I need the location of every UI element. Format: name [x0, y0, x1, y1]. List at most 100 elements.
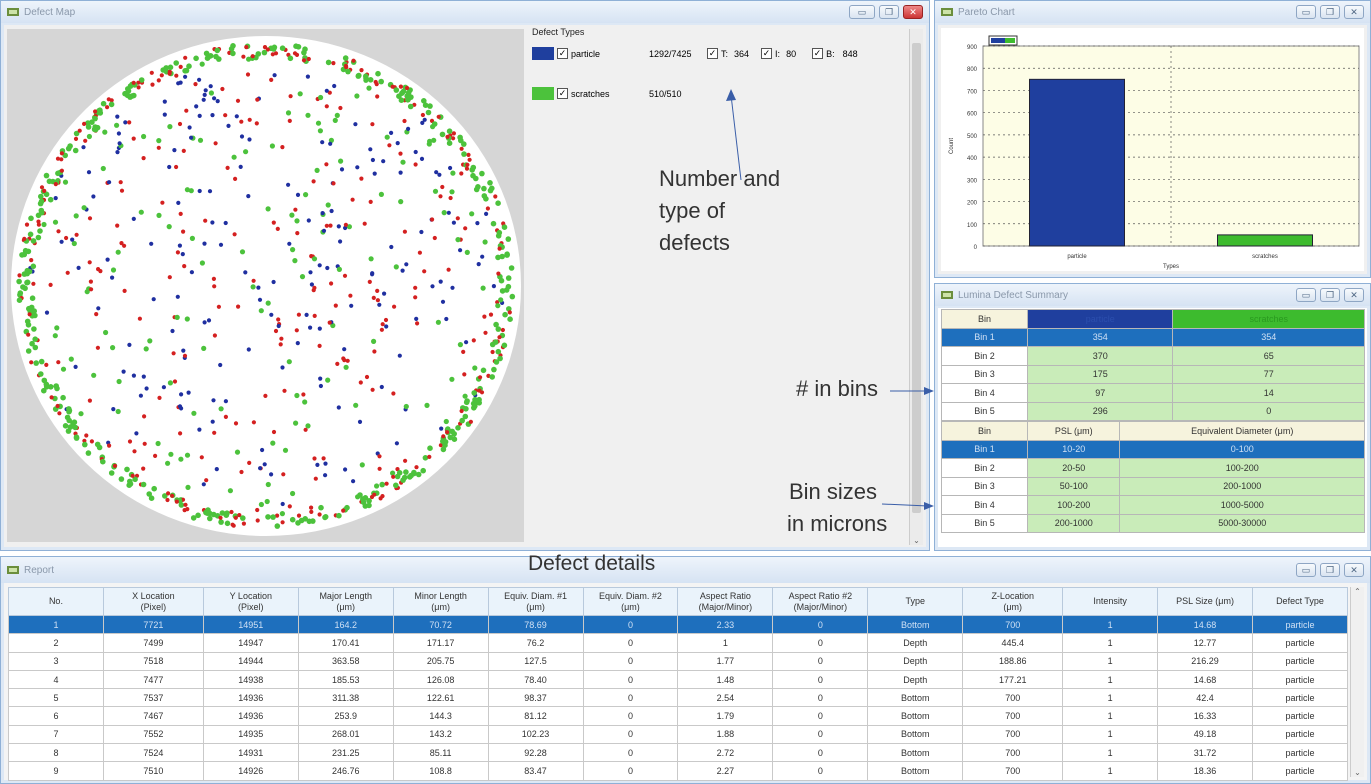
defect-dot [179, 406, 184, 411]
count-row[interactable]: Bin 3 175 77 [941, 364, 1365, 384]
particle-color-swatch[interactable] [532, 47, 554, 60]
defect-dot [225, 165, 230, 170]
minimize-button[interactable]: ▭ [1296, 288, 1316, 302]
defect-dot [70, 237, 75, 242]
report-column-header[interactable]: Y Location (Pixel) [202, 587, 299, 616]
report-scrollbar[interactable]: ⌃ ⌄ [1350, 587, 1364, 777]
defect-dot [321, 456, 326, 461]
defect-dot [509, 293, 516, 300]
report-column-header[interactable]: Aspect Ratio (Major/Minor) [677, 587, 774, 616]
scroll-up-arrow[interactable]: ⌃ [1351, 587, 1364, 596]
size-row[interactable]: Bin 4 100-200 1000-5000 [941, 495, 1365, 515]
size-row[interactable]: Bin 3 50-100 200-1000 [941, 476, 1365, 496]
table-cell: 8 [8, 743, 104, 763]
scratches-color-swatch[interactable] [532, 87, 554, 100]
table-cell: 171.17 [392, 633, 489, 653]
close-button[interactable]: ✕ [1344, 563, 1364, 577]
table-row[interactable]: 4 7477 14938 185.53 126.08 78.40 0 1.48 0 Depth 17… [8, 669, 1348, 690]
count-cell-a: 296 [1026, 401, 1174, 421]
defect-dot [179, 392, 184, 397]
minimize-button[interactable]: ▭ [1296, 5, 1316, 19]
close-button[interactable]: ✕ [1344, 288, 1364, 302]
particle-b-checkbox[interactable]: ✓ [812, 48, 824, 59]
defect-dot [420, 112, 425, 118]
defect-dot [100, 165, 106, 172]
report-column-header[interactable]: PSL Size (μm) [1157, 587, 1254, 616]
report-titlebar[interactable]: Report ▭ ❐ ✕ [1, 557, 1370, 583]
minimize-button[interactable]: ▭ [1296, 563, 1316, 577]
defect-dot [255, 507, 260, 513]
defect-dot [175, 250, 180, 255]
table-row[interactable]: 7 7552 14935 268.01 143.2 102.23 0 1.88 0 Bottom 7… [8, 724, 1348, 745]
defect-dot [445, 134, 450, 139]
count-cell-bin: Bin 1 [941, 327, 1028, 347]
defect-dot [30, 263, 37, 270]
particle-i-checkbox[interactable]: ✓ [761, 48, 773, 59]
table-row[interactable]: 5 7537 14936 311.38 122.61 98.37 0 2.54 0 Bottom 7… [8, 688, 1348, 708]
table-row[interactable]: 6 7467 14936 253.9 144.3 81.12 0 1.79 0 Bottom 700… [8, 706, 1348, 726]
restore-button[interactable]: ❐ [1320, 563, 1340, 577]
size-row[interactable]: Bin 5 200-1000 5000-30000 [941, 513, 1365, 533]
summary-titlebar[interactable]: Lumina Defect Summary ▭ ❐ ✕ [935, 284, 1370, 306]
defect-map-titlebar[interactable]: Defect Map ▭ ❐ ✕ [1, 1, 929, 23]
defect-dot [260, 447, 265, 453]
close-button[interactable]: ✕ [1344, 5, 1364, 19]
defect-dot [42, 188, 47, 193]
particle-checkbox[interactable]: ✓ [557, 48, 568, 59]
table-row[interactable]: 1 7721 14951 164.2 70.72 78.69 0 2.33 0 Bottom 700… [8, 614, 1348, 635]
table-cell: 700 [962, 724, 1064, 745]
report-column-header[interactable]: Type [867, 587, 964, 616]
minimize-button[interactable]: ▭ [849, 5, 875, 19]
restore-button[interactable]: ❐ [1320, 5, 1340, 19]
size-row[interactable]: Bin 1 10-20 0-100 [941, 439, 1365, 459]
size-row[interactable]: Bin 2 20-50 100-200 [941, 458, 1365, 478]
table-row[interactable]: 2 7499 14947 170.41 171.17 76.2 0 1 0 Depth 445.4 1… [8, 633, 1348, 653]
report-column-header[interactable]: Z-Location (μm) [962, 587, 1064, 616]
defect-dot [201, 97, 206, 102]
table-cell: 0 [582, 633, 679, 653]
table-row[interactable]: 3 7518 14944 363.58 205.75 127.5 0 1.77 0 Depth 18… [8, 651, 1348, 671]
count-row[interactable]: Bin 1 354 354 [941, 327, 1365, 347]
defect-dot [341, 508, 346, 513]
defect-dot [55, 403, 60, 409]
count-row[interactable]: Bin 2 370 65 [941, 346, 1365, 366]
defect-dot [178, 64, 183, 69]
scroll-down-arrow[interactable]: ⌄ [910, 536, 923, 545]
defect-dot [189, 270, 194, 275]
restore-button[interactable]: ❐ [879, 5, 899, 19]
defect-dot [398, 199, 404, 205]
report-column-header[interactable]: Major Length (μm) [297, 587, 394, 616]
particle-t-checkbox[interactable]: ✓ [707, 48, 718, 59]
defect-dot [172, 379, 178, 384]
defect-dot [295, 192, 301, 197]
restore-button[interactable]: ❐ [1320, 288, 1340, 302]
report-column-header[interactable]: Defect Type [1252, 587, 1348, 616]
defect-dot [489, 185, 495, 192]
scratches-checkbox[interactable]: ✓ [557, 88, 568, 99]
count-cell-b: 14 [1172, 383, 1365, 403]
defect-map-scrollbar[interactable]: ⌄ [909, 29, 923, 545]
defect-dot [501, 342, 508, 349]
report-column-header[interactable]: Minor Length (μm) [392, 587, 489, 616]
report-column-header[interactable]: X Location (Pixel) [102, 587, 204, 616]
defect-dot [269, 472, 274, 477]
scroll-down-arrow[interactable]: ⌄ [1351, 768, 1364, 777]
close-button[interactable]: ✕ [903, 5, 923, 19]
defect-dot [455, 425, 461, 431]
report-column-header[interactable]: Aspect Ratio #2 (Major/Minor) [772, 587, 869, 616]
report-column-header[interactable]: No. [8, 587, 104, 616]
scrollbar-thumb[interactable] [912, 43, 921, 513]
table-cell: 2.27 [677, 761, 774, 781]
count-row[interactable]: Bin 5 296 0 [941, 401, 1365, 421]
report-column-header[interactable]: Equiv. Diam. #2 (μm) [582, 587, 679, 616]
defect-dot [362, 503, 369, 509]
table-row[interactable]: 9 7510 14926 246.76 108.8 83.47 0 2.27 0 Bottom 70… [8, 761, 1348, 781]
pareto-titlebar[interactable]: Pareto Chart ▭ ❐ ✕ [935, 1, 1370, 23]
count-row[interactable]: Bin 4 97 14 [941, 383, 1365, 403]
table-row[interactable]: 8 7524 14931 231.25 85.11 92.28 0 2.72 0 Bottom 70… [8, 743, 1348, 763]
defect-dot [197, 113, 202, 118]
defect-dot [214, 47, 221, 54]
report-column-header[interactable]: Intensity [1062, 587, 1159, 616]
report-column-header[interactable]: Equiv. Diam. #1 (μm) [487, 587, 584, 616]
defect-dot [247, 460, 252, 465]
